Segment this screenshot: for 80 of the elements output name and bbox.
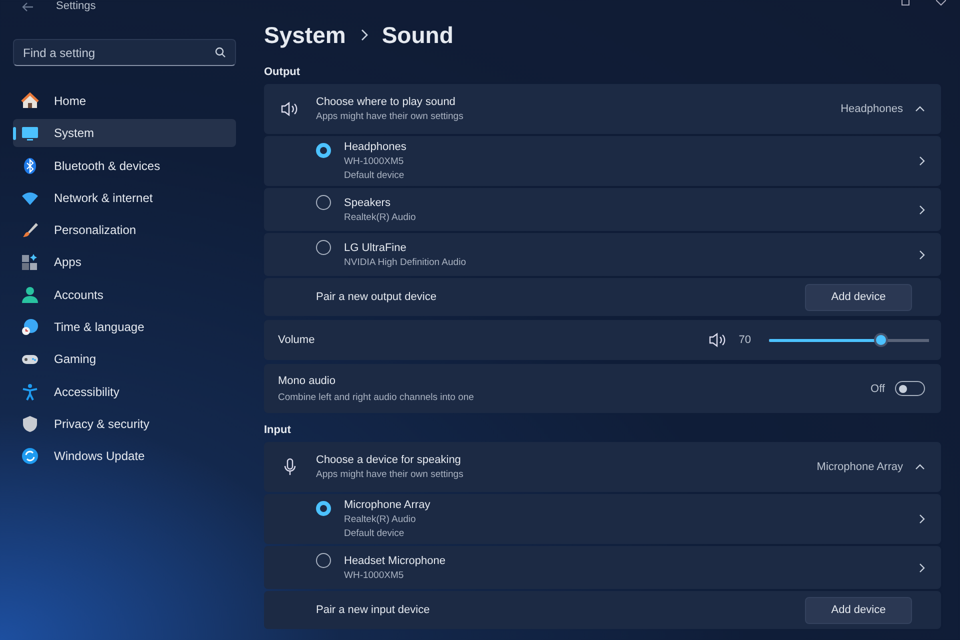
speaker-icon[interactable] — [708, 332, 727, 348]
home-icon — [21, 92, 39, 110]
window-title: Settings — [56, 0, 96, 13]
breadcrumb-item[interactable]: System — [264, 22, 346, 48]
sidebar-item[interactable]: Personalization — [13, 216, 236, 244]
device-detail: Realtek(R) Audio — [344, 514, 417, 525]
chevron-right-icon — [919, 204, 925, 214]
radio-button[interactable] — [316, 553, 331, 568]
chevron-right-icon — [919, 562, 925, 572]
add-device-button[interactable]: Add device — [805, 596, 912, 624]
device-detail: Realtek(R) Audio — [344, 212, 417, 222]
radio-button[interactable] — [316, 143, 331, 158]
device-detail: Default device — [344, 170, 406, 181]
slider-thumb[interactable] — [874, 333, 888, 347]
refresh-icon — [21, 447, 39, 466]
setting-description: Apps might have their own settings — [316, 469, 464, 480]
chevron-right-icon — [360, 29, 368, 41]
sidebar-item[interactable]: Accounts — [13, 280, 236, 309]
person-icon — [21, 286, 39, 304]
apps-grid-icon — [21, 253, 39, 272]
pair-device-label: Pair a new input device — [316, 604, 431, 616]
accessibility-icon — [21, 382, 39, 401]
sidebar-item[interactable]: Apps — [13, 248, 236, 276]
toggle-state-label: Off — [870, 382, 885, 394]
toggle-switch[interactable] — [895, 381, 925, 396]
sidebar-item[interactable]: Home — [13, 87, 236, 115]
chevron-up-icon — [915, 464, 925, 470]
sidebar-item[interactable]: Accessibility — [13, 378, 236, 406]
chevron-up-icon — [915, 106, 925, 112]
device-detail: Default device — [344, 528, 406, 539]
chevron-right-icon — [919, 156, 925, 166]
sidebar-item[interactable]: Windows Update — [13, 442, 236, 470]
bluetooth-icon — [21, 156, 39, 175]
sidebar-item[interactable]: Gaming — [13, 345, 236, 374]
device-name: Headphones — [344, 141, 408, 153]
device-row[interactable]: Speakers Realtek(R) Audio — [264, 188, 941, 231]
device-row[interactable]: LG UltraFine NVIDIA High Definition Audio — [264, 233, 941, 276]
chevron-right-icon — [919, 514, 925, 524]
device-row[interactable]: Microphone Array Realtek(R) Audio Default device — [264, 494, 941, 544]
setting-title: Choose where to play sound — [316, 96, 456, 108]
device-chooser[interactable]: Choose a device for speaking Apps might have their own settings Microphone Array — [264, 442, 941, 492]
paintbrush-icon — [21, 221, 39, 240]
device-name: Speakers — [344, 196, 392, 208]
radio-button[interactable] — [316, 240, 331, 255]
device-name: LG UltraFine — [344, 242, 408, 254]
setting-title: Choose a device for speaking — [316, 454, 462, 466]
sidebar-item[interactable]: System — [13, 119, 236, 148]
section-heading: Output — [264, 66, 302, 78]
add-device-button[interactable]: Add device — [805, 284, 912, 310]
radio-button[interactable] — [316, 195, 331, 210]
volume-value: 70 — [738, 334, 751, 346]
back-arrow-icon[interactable] — [22, 2, 34, 12]
device-detail: NVIDIA High Definition Audio — [344, 256, 467, 268]
setting-description: Apps might have their own settings — [316, 111, 464, 122]
selected-device: Headphones — [840, 103, 903, 115]
globe-clock-icon — [21, 318, 39, 336]
breadcrumb-item: Sound — [382, 22, 454, 48]
device-name: Headset Microphone — [344, 554, 447, 566]
setting-description: Combine left and right audio channels into one — [278, 392, 475, 402]
search-icon — [215, 47, 226, 58]
device-chooser[interactable]: Choose where to play sound Apps might have their own settings Headphones — [264, 84, 941, 134]
volume-label: Volume — [278, 334, 316, 346]
device-name: Microphone Array — [344, 499, 432, 511]
device-row[interactable]: Headphones WH-1000XM5 Default device — [264, 136, 941, 186]
shield-icon — [21, 414, 39, 433]
device-detail: WH-1000XM5 — [344, 156, 405, 167]
chevron-right-icon — [919, 250, 925, 260]
sidebar-item[interactable]: Privacy & security — [13, 410, 236, 438]
search-field[interactable]: Find a setting — [13, 39, 236, 66]
setting-title: Mono audio — [278, 374, 336, 386]
selected-device: Microphone Array — [816, 461, 903, 473]
section-heading: Input — [264, 424, 292, 436]
radio-button[interactable] — [316, 501, 331, 516]
sidebar-item[interactable]: Time & language — [13, 313, 236, 342]
sidebar-item[interactable]: Network & internet — [13, 184, 236, 212]
device-detail: WH-1000XM5 — [344, 570, 405, 580]
sidebar-item[interactable]: Bluetooth & devices — [13, 152, 236, 180]
device-row[interactable]: Headset Microphone WH-1000XM5 — [264, 546, 941, 589]
pair-device-label: Pair a new output device — [316, 291, 438, 303]
monitor-icon — [21, 124, 39, 142]
